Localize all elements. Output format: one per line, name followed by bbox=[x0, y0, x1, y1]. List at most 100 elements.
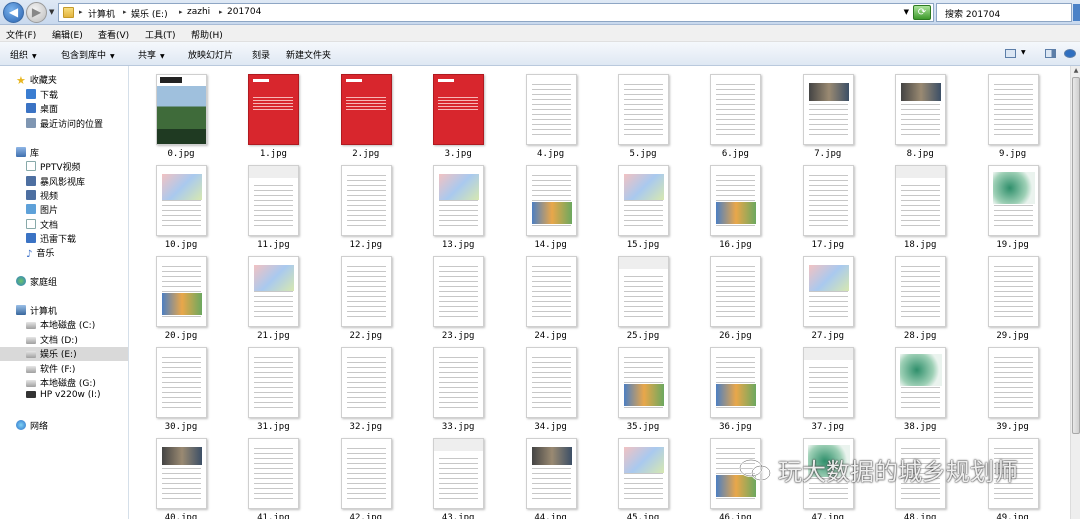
file-thumbnail[interactable]: 23.jpg bbox=[412, 248, 504, 341]
menu-help[interactable]: 帮助(H) bbox=[191, 28, 223, 41]
file-thumbnail[interactable]: 44.jpg bbox=[505, 430, 597, 519]
file-thumbnail[interactable]: 20.jpg bbox=[135, 248, 227, 341]
file-thumbnail[interactable]: 34.jpg bbox=[505, 339, 597, 432]
file-thumbnail[interactable]: 45.jpg bbox=[597, 430, 689, 519]
breadcrumb-drive-e[interactable]: 娱乐 (E:) bbox=[131, 7, 168, 20]
nav-network[interactable]: 网络 bbox=[16, 419, 48, 433]
menu-edit[interactable]: 编辑(E) bbox=[52, 28, 83, 41]
breadcrumb-computer[interactable]: 计算机 bbox=[88, 7, 115, 20]
file-thumbnail[interactable]: 28.jpg bbox=[874, 248, 966, 341]
help-icon[interactable] bbox=[1064, 49, 1076, 58]
nav-baofeng[interactable]: 暴风影视库 bbox=[26, 175, 85, 189]
file-thumbnail[interactable]: 8.jpg bbox=[874, 66, 966, 159]
file-thumbnail[interactable]: 43.jpg bbox=[412, 430, 504, 519]
include-library-button[interactable]: 包含到库中 ▼ bbox=[61, 48, 115, 61]
file-thumbnail[interactable]: 26.jpg bbox=[689, 248, 781, 341]
address-dropdown-icon[interactable]: ▼ bbox=[904, 8, 909, 16]
burn-button[interactable]: 刻录 bbox=[252, 48, 270, 61]
chevron-right-icon[interactable]: ▸ bbox=[219, 8, 223, 16]
file-thumbnail[interactable]: 6.jpg bbox=[689, 66, 781, 159]
file-thumbnail[interactable]: 37.jpg bbox=[782, 339, 874, 432]
file-thumbnail[interactable]: 17.jpg bbox=[782, 157, 874, 250]
menu-tools[interactable]: 工具(T) bbox=[145, 28, 176, 41]
file-thumbnail[interactable]: 29.jpg bbox=[967, 248, 1059, 341]
file-thumbnail[interactable]: 19.jpg bbox=[967, 157, 1059, 250]
file-thumbnail[interactable]: 0.jpg bbox=[135, 66, 227, 159]
address-box[interactable]: ▸ 计算机 ▸ 娱乐 (E:) ▸ zazhi ▸ 201704 ▼ ⟳ bbox=[58, 3, 934, 22]
file-thumbnail[interactable]: 41.jpg bbox=[227, 430, 319, 519]
search-input[interactable]: 搜索 201704 bbox=[936, 3, 1072, 22]
nav-desktop[interactable]: 桌面 bbox=[26, 102, 58, 116]
file-thumbnail[interactable]: 24.jpg bbox=[505, 248, 597, 341]
vertical-scrollbar[interactable]: ▲ bbox=[1070, 66, 1080, 519]
file-thumbnail[interactable]: 1.jpg bbox=[227, 66, 319, 159]
search-button[interactable] bbox=[1073, 4, 1080, 21]
file-thumbnail[interactable]: 11.jpg bbox=[227, 157, 319, 250]
file-thumbnail[interactable]: 10.jpg bbox=[135, 157, 227, 250]
file-thumbnail[interactable]: 4.jpg bbox=[505, 66, 597, 159]
refresh-icon[interactable]: ⟳ bbox=[913, 5, 931, 20]
nav-pictures[interactable]: 图片 bbox=[26, 203, 58, 217]
nav-downloads[interactable]: 下载 bbox=[26, 88, 58, 102]
file-thumbnail[interactable]: 25.jpg bbox=[597, 248, 689, 341]
nav-drive-c[interactable]: 本地磁盘 (C:) bbox=[26, 318, 95, 332]
nav-drive-i[interactable]: HP v220w (I:) bbox=[26, 390, 101, 404]
slideshow-button[interactable]: 放映幻灯片 bbox=[188, 48, 233, 61]
file-thumbnail[interactable]: 16.jpg bbox=[689, 157, 781, 250]
file-thumbnail[interactable]: 40.jpg bbox=[135, 430, 227, 519]
file-thumbnail[interactable]: 36.jpg bbox=[689, 339, 781, 432]
file-thumbnail[interactable]: 21.jpg bbox=[227, 248, 319, 341]
nav-drive-d[interactable]: 文档 (D:) bbox=[26, 333, 78, 347]
chevron-right-icon[interactable]: ▸ bbox=[123, 8, 127, 16]
file-thumbnail[interactable]: 2.jpg bbox=[320, 66, 412, 159]
scroll-up-icon[interactable]: ▲ bbox=[1072, 67, 1080, 76]
file-thumbnail[interactable]: 42.jpg bbox=[320, 430, 412, 519]
view-dropdown-icon[interactable]: ▼ bbox=[1021, 49, 1026, 56]
breadcrumb-zazhi[interactable]: zazhi bbox=[187, 7, 210, 17]
menu-file[interactable]: 文件(F) bbox=[6, 28, 36, 41]
forward-button[interactable]: ▶ bbox=[26, 2, 47, 23]
file-thumbnail[interactable]: 9.jpg bbox=[967, 66, 1059, 159]
nav-drive-e[interactable]: 娱乐 (E:) bbox=[0, 347, 128, 361]
file-thumbnail[interactable]: 5.jpg bbox=[597, 66, 689, 159]
nav-homegroup[interactable]: 家庭组 bbox=[16, 275, 57, 289]
nav-xunlei[interactable]: 迅雷下载 bbox=[26, 232, 76, 246]
chevron-right-icon[interactable]: ▸ bbox=[179, 8, 183, 16]
file-thumbnail[interactable]: 33.jpg bbox=[412, 339, 504, 432]
chevron-right-icon[interactable]: ▸ bbox=[79, 8, 83, 16]
nav-computer[interactable]: 计算机 bbox=[16, 304, 57, 318]
file-thumbnail[interactable]: 3.jpg bbox=[412, 66, 504, 159]
nav-favorites[interactable]: ★ 收藏夹 bbox=[16, 73, 57, 87]
file-thumbnail[interactable]: 39.jpg bbox=[967, 339, 1059, 432]
share-button[interactable]: 共享 ▼ bbox=[138, 48, 165, 61]
file-thumbnail[interactable]: 30.jpg bbox=[135, 339, 227, 432]
file-thumbnail[interactable]: 27.jpg bbox=[782, 248, 874, 341]
preview-pane-icon[interactable] bbox=[1045, 49, 1056, 58]
nav-videos[interactable]: 视频 bbox=[26, 189, 58, 203]
file-thumbnail[interactable]: 35.jpg bbox=[597, 339, 689, 432]
breadcrumb-201704[interactable]: 201704 bbox=[227, 7, 261, 17]
scrollbar-thumb[interactable] bbox=[1072, 77, 1080, 434]
nav-drive-g[interactable]: 本地磁盘 (G:) bbox=[26, 376, 96, 390]
file-thumbnail[interactable]: 12.jpg bbox=[320, 157, 412, 250]
organize-button[interactable]: 组织 ▼ bbox=[10, 48, 37, 61]
nav-recent[interactable]: 最近访问的位置 bbox=[26, 117, 103, 131]
nav-music[interactable]: ♪ 音乐 bbox=[26, 246, 54, 260]
file-thumbnail[interactable]: 15.jpg bbox=[597, 157, 689, 250]
file-thumbnail[interactable]: 18.jpg bbox=[874, 157, 966, 250]
recent-pages-dropdown-icon[interactable]: ▼ bbox=[49, 8, 54, 16]
file-thumbnail[interactable]: 22.jpg bbox=[320, 248, 412, 341]
new-folder-button[interactable]: 新建文件夹 bbox=[286, 48, 331, 61]
nav-drive-f[interactable]: 软件 (F:) bbox=[26, 362, 75, 376]
view-options-icon[interactable] bbox=[1005, 49, 1016, 58]
nav-libraries[interactable]: 库 bbox=[16, 146, 39, 160]
file-thumbnail[interactable]: 38.jpg bbox=[874, 339, 966, 432]
file-thumbnail[interactable]: 32.jpg bbox=[320, 339, 412, 432]
file-thumbnail[interactable]: 14.jpg bbox=[505, 157, 597, 250]
back-button[interactable]: ◀ bbox=[3, 2, 24, 23]
nav-pptv[interactable]: PPTV视频 bbox=[26, 160, 81, 174]
file-thumbnail[interactable]: 31.jpg bbox=[227, 339, 319, 432]
file-thumbnail[interactable]: 13.jpg bbox=[412, 157, 504, 250]
menu-view[interactable]: 查看(V) bbox=[98, 28, 129, 41]
nav-documents[interactable]: 文档 bbox=[26, 218, 58, 232]
